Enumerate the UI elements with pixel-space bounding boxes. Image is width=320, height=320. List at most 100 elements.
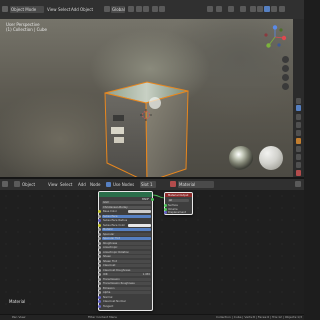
use-nodes-checkbox[interactable]: [106, 182, 111, 187]
menu-select[interactable]: Select: [58, 6, 70, 13]
object-tab[interactable]: [296, 138, 301, 144]
slot-dropdown[interactable]: Slot 1: [140, 181, 156, 188]
item-tab[interactable]: [296, 114, 301, 120]
input-socket[interactable]: [97, 210, 101, 213]
input-socket[interactable]: [97, 250, 101, 254]
bsdf-input-label: Clearcoat: [103, 264, 116, 267]
input-socket[interactable]: [97, 214, 101, 218]
collection-info: (1) Collection | Cube: [6, 27, 47, 32]
material-name-field[interactable]: Material: [178, 181, 214, 188]
bsdf-input-row: Alpha: [97, 291, 151, 294]
shading-wireframe-icon[interactable]: [250, 6, 256, 12]
selected-cube[interactable]: [100, 77, 200, 177]
xray-icon[interactable]: [240, 6, 246, 12]
input-socket[interactable]: [97, 286, 101, 290]
input-socket[interactable]: [97, 223, 101, 227]
input-socket[interactable]: [97, 255, 101, 258]
zoom-icon[interactable]: [282, 56, 289, 63]
principled-bsdf-node[interactable]: BSDF GGX Christensen-Burley Base Color Subs…: [97, 191, 154, 311]
material-browse-icon[interactable]: [170, 181, 176, 187]
bsdf-input-row: IOR 1.450: [97, 273, 151, 276]
visibility-icon[interactable]: [207, 6, 213, 12]
3d-viewport[interactable]: User Perspective (1) Collection | Cube: [0, 19, 293, 177]
input-socket[interactable]: [97, 304, 101, 308]
physics-tab[interactable]: [296, 162, 301, 168]
bsdf-node-header[interactable]: [99, 192, 152, 197]
node-editor-type-icon[interactable]: [2, 181, 8, 187]
input-socket[interactable]: [97, 246, 101, 249]
bsdf-input-label: Christensen-Burley: [103, 205, 128, 209]
input-socket[interactable]: [97, 295, 101, 299]
input-socket[interactable]: [97, 282, 101, 285]
menu-object[interactable]: Object: [80, 6, 93, 13]
surface-input-socket[interactable]: [163, 204, 167, 207]
mode-dropdown[interactable]: Object Mode: [10, 6, 44, 13]
navigation-gizmo[interactable]: [263, 25, 287, 49]
transform-orientation-icon[interactable]: [104, 6, 110, 12]
node-editor-canvas[interactable]: BSDF GGX Christensen-Burley Base Color Subs…: [0, 190, 304, 314]
material-tab[interactable]: [296, 170, 301, 176]
color-swatch[interactable]: [128, 210, 151, 213]
falloff-icon[interactable]: [159, 6, 165, 12]
input-socket[interactable]: [97, 264, 101, 267]
input-socket[interactable]: [97, 219, 101, 222]
shading-options-icon[interactable]: [279, 6, 285, 12]
shading-rendered-icon[interactable]: [271, 6, 277, 12]
proportional-edit-icon[interactable]: [152, 6, 158, 12]
pivot-icon[interactable]: [128, 6, 134, 12]
lookdev-metal-sphere: [229, 146, 253, 170]
input-socket[interactable]: [97, 241, 101, 245]
snap-icon[interactable]: [136, 6, 142, 12]
pan-icon[interactable]: [282, 65, 289, 72]
input-socket[interactable]: [97, 291, 101, 294]
lookdev-diffuse-sphere: [259, 146, 283, 170]
input-socket[interactable]: [97, 268, 101, 272]
displacement-input-socket[interactable]: [163, 211, 167, 214]
input-socket[interactable]: [97, 228, 101, 231]
shading-material-icon[interactable]: [264, 6, 270, 12]
bsdf-input-label: Anisotropic Rotation: [103, 250, 130, 254]
material-output-header[interactable]: Material Output: [165, 193, 192, 197]
bsdf-input-row: Christensen-Burley: [102, 205, 151, 209]
camera-view-icon[interactable]: [282, 74, 289, 81]
displacement-label: Displacement: [168, 211, 186, 214]
world-tab[interactable]: [296, 130, 301, 136]
tool-tab[interactable]: [296, 98, 301, 104]
node-menu-add[interactable]: Add: [78, 181, 86, 188]
bsdf-input-row: Clearcoat Normal: [97, 300, 151, 303]
node-menu-view[interactable]: View: [48, 181, 58, 188]
input-socket[interactable]: [97, 273, 101, 276]
menu-view[interactable]: View: [47, 6, 57, 13]
3d-cursor: [140, 109, 152, 121]
shading-solid-icon[interactable]: [257, 6, 263, 12]
material-output-title: Material Output: [168, 193, 189, 197]
perspective-toggle-icon[interactable]: [282, 83, 289, 90]
material-output-node[interactable]: Material Output All Surface Volume Displ…: [163, 192, 193, 215]
pin-icon[interactable]: [295, 181, 301, 187]
color-swatch[interactable]: [128, 223, 151, 227]
input-socket[interactable]: [97, 277, 101, 281]
bsdf-input-row: Sheen Tint: [97, 259, 151, 263]
menu-add[interactable]: Add: [71, 6, 79, 13]
scene-tab[interactable]: [296, 122, 301, 128]
bsdf-input-row: Clearcoat Roughness: [97, 268, 151, 272]
target-dropdown[interactable]: All: [168, 199, 189, 202]
overlays-icon[interactable]: [228, 6, 234, 12]
shader-type-icon[interactable]: [14, 181, 20, 187]
node-menu-node[interactable]: Node: [90, 181, 100, 188]
bsdf-input-row: Subsurface Radius: [97, 219, 151, 222]
input-socket[interactable]: [97, 237, 101, 240]
view-tab[interactable]: [296, 105, 301, 111]
shader-type-label[interactable]: Object: [22, 181, 35, 188]
snap-options-icon[interactable]: [143, 6, 149, 12]
input-socket[interactable]: [97, 232, 101, 236]
modifier-tab[interactable]: [296, 146, 301, 152]
input-socket[interactable]: [97, 259, 101, 263]
transform-orientation-dropdown[interactable]: Global: [111, 6, 125, 13]
editor-type-icon[interactable]: [2, 6, 8, 12]
node-menu-select[interactable]: Select: [60, 181, 72, 188]
particles-tab[interactable]: [296, 154, 301, 160]
gizmo-icon[interactable]: [216, 6, 222, 12]
bsdf-dropdown[interactable]: [102, 201, 151, 204]
input-socket[interactable]: [97, 300, 101, 303]
